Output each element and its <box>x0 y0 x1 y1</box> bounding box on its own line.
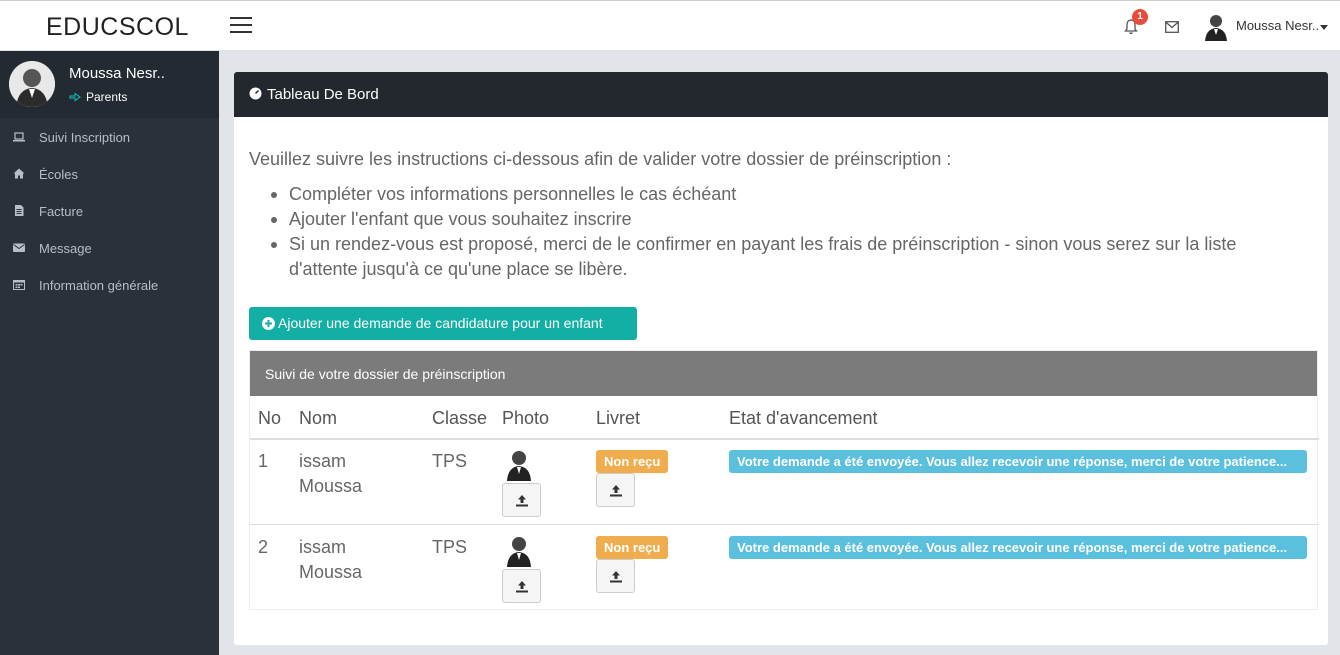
add-application-label: Ajouter une demande de candidature pour … <box>278 315 603 331</box>
add-application-button[interactable]: Ajouter une demande de candidature pour … <box>249 307 637 340</box>
caret-down-icon[interactable] <box>1320 25 1328 30</box>
box-title: Suivi de votre dossier de préinscription <box>265 366 506 382</box>
list-item: Compléter vos informations personnelles … <box>269 182 1309 207</box>
progress-status-badge: Votre demande a été envoyée. Vous allez … <box>729 450 1307 473</box>
plus-circle-icon <box>262 317 275 330</box>
profile-name: Moussa Nesr.. <box>69 65 165 82</box>
sidebar-item-ecoles[interactable]: Écoles <box>0 155 219 192</box>
envelope-icon <box>13 243 25 252</box>
panel-header: Tableau De Bord <box>234 72 1328 117</box>
sidebar-item-information-generale[interactable]: Information générale <box>0 266 219 303</box>
sidebar-nav: Suivi Inscription Écoles Facture Message <box>0 118 219 303</box>
preinscription-tracking-box: Suivi de votre dossier de préinscription… <box>249 350 1319 610</box>
list-item: Si un rendez-vous est proposé, merci de … <box>269 232 1309 282</box>
user-avatar-icon <box>9 61 55 107</box>
upload-livret-button[interactable] <box>596 473 635 507</box>
envelope-icon[interactable] <box>1165 21 1179 33</box>
user-avatar-icon[interactable] <box>1204 13 1228 41</box>
row-classe: TPS <box>432 451 468 471</box>
profile-role: Parents <box>86 90 128 104</box>
sidebar-item-label: Facture <box>39 204 84 219</box>
upload-icon <box>610 485 622 497</box>
file-icon <box>15 205 24 216</box>
top-navbar: EDUCSCOL 1 Moussa Nesr.. <box>0 0 1340 51</box>
sidebar-item-label: Information générale <box>39 278 159 293</box>
row-no: 1 <box>258 451 269 471</box>
upload-photo-button[interactable] <box>502 483 541 517</box>
column-header-etat: Etat d'avancement <box>729 408 878 428</box>
menu-toggle-icon[interactable] <box>230 17 252 35</box>
sidebar-item-facture[interactable]: Facture <box>0 192 219 229</box>
page-title: Tableau De Bord <box>267 86 379 103</box>
brand-logo[interactable]: EDUCSCOL <box>46 13 189 42</box>
laptop-icon <box>13 132 25 142</box>
notification-badge: 1 <box>1132 9 1148 25</box>
header-divider <box>250 438 1319 440</box>
sidebar-item-message[interactable]: Message <box>0 229 219 266</box>
upload-icon <box>610 571 622 583</box>
row-classe: TPS <box>432 537 468 557</box>
upload-livret-button[interactable] <box>596 559 635 593</box>
upload-icon <box>516 581 528 593</box>
home-icon <box>13 168 25 179</box>
dashboard-panel: Tableau De Bord Veuillez suivre les inst… <box>234 72 1328 645</box>
user-menu[interactable]: Moussa Nesr.. <box>1236 18 1319 33</box>
progress-status-badge: Votre demande a été envoyée. Vous allez … <box>729 536 1307 559</box>
upload-photo-button[interactable] <box>502 569 541 603</box>
student-photo-icon <box>507 537 531 567</box>
sidebar-profile: Moussa Nesr.. Parents <box>0 51 219 118</box>
status-badge: Non reçu <box>596 536 669 559</box>
hand-pointer-icon <box>69 92 81 102</box>
instructions-list: Compléter vos informations personnelles … <box>269 182 1309 282</box>
avatar <box>9 61 55 107</box>
column-header-nom: Nom <box>299 408 338 428</box>
column-header-classe: Classe <box>432 408 488 428</box>
column-header-photo: Photo <box>502 408 550 428</box>
dashboard-icon <box>249 87 262 100</box>
column-header-livret: Livret <box>596 408 641 428</box>
sidebar-item-label: Écoles <box>39 167 79 182</box>
row-nom-last: Moussa <box>299 562 363 582</box>
list-item: Ajouter l'enfant que vous souhaitez insc… <box>269 207 1309 232</box>
instructions-intro: Veuillez suivre les instructions ci-dess… <box>249 149 952 169</box>
row-nom-first: issam <box>299 537 347 557</box>
box-header: Suivi de votre dossier de préinscription <box>250 351 1317 396</box>
sidebar-item-suivi-inscription[interactable]: Suivi Inscription <box>0 118 219 155</box>
status-badge: Non reçu <box>596 450 669 473</box>
sidebar-item-label: Message <box>39 241 92 256</box>
row-divider <box>250 524 1319 525</box>
column-header-no: No <box>258 408 282 428</box>
row-no: 2 <box>258 537 269 557</box>
row-nom-first: issam <box>299 451 347 471</box>
sidebar: Moussa Nesr.. Parents Suivi Inscription … <box>0 51 219 655</box>
calendar-icon <box>13 280 25 290</box>
upload-icon <box>516 495 528 507</box>
row-nom-last: Moussa <box>299 476 363 496</box>
student-photo-icon <box>507 451 531 481</box>
sidebar-item-label: Suivi Inscription <box>39 130 131 145</box>
